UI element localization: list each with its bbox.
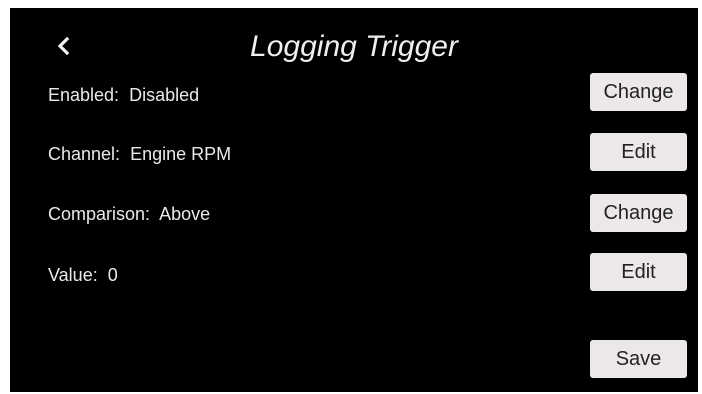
enabled-change-button[interactable]: Change xyxy=(590,73,687,111)
channel-row-label: Channel: Engine RPM xyxy=(48,143,231,165)
save-button[interactable]: Save xyxy=(590,340,687,378)
comparison-value: Above xyxy=(159,204,211,224)
comparison-label: Comparison: xyxy=(48,204,151,224)
value-edit-button[interactable]: Edit xyxy=(590,253,687,291)
value-row-label: Value: 0 xyxy=(48,264,118,286)
page-title: Logging Trigger xyxy=(250,30,458,63)
value-label: Value: xyxy=(48,265,98,285)
enabled-label: Enabled: xyxy=(48,85,120,105)
channel-label: Channel: xyxy=(48,144,121,164)
channel-value: Engine RPM xyxy=(130,144,232,164)
enabled-row-label: Enabled: Disabled xyxy=(48,84,199,106)
logging-trigger-screen: Logging Trigger Enabled: Disabled Change… xyxy=(10,8,698,392)
enabled-value: Disabled xyxy=(129,85,200,105)
value-value: 0 xyxy=(107,265,118,285)
comparison-row-label: Comparison: Above xyxy=(48,203,210,225)
channel-edit-button[interactable]: Edit xyxy=(590,133,687,171)
comparison-change-button[interactable]: Change xyxy=(590,194,687,232)
